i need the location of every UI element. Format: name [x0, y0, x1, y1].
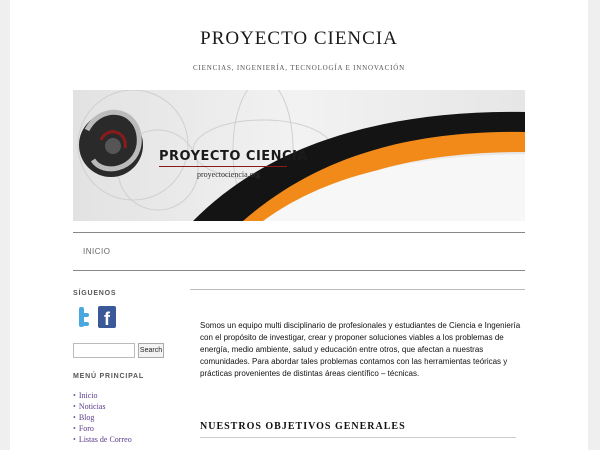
main-navigation: INICIO — [73, 232, 525, 271]
site-title[interactable]: PROYECTO CIENCIA — [0, 28, 598, 50]
facebook-icon[interactable]: f — [98, 306, 116, 329]
bullet-icon: • — [73, 391, 76, 400]
search-input[interactable] — [73, 343, 135, 358]
menu-item-label: Blog — [78, 413, 95, 422]
header-banner[interactable]: PROYECTO CIENCIA proyectociencia.org — [73, 90, 525, 221]
section-heading: NUESTROS OBJETIVOS GENERALES — [200, 421, 406, 432]
main-menu-title: MENÚ PRINCIPAL — [73, 373, 144, 380]
svg-text:f: f — [104, 309, 111, 328]
twitter-icon[interactable] — [74, 306, 90, 328]
heading-divider — [200, 437, 516, 438]
menu-item-label: Foro — [78, 424, 94, 433]
nav-item-inicio[interactable]: INICIO — [83, 247, 110, 256]
menu-item-noticias[interactable]: • Noticias — [73, 401, 132, 412]
bullet-icon: • — [73, 424, 76, 433]
menu-item-blog[interactable]: • Blog — [73, 412, 132, 423]
banner-logo-url: proyectociencia.org — [197, 170, 261, 179]
menu-item-label: Inicio — [78, 391, 98, 400]
menu-item-listas-de-correo[interactable]: • Listas de Correo — [73, 434, 132, 445]
follow-widget-title: SÍGUENOS — [73, 290, 117, 297]
menu-item-label: Listas de Correo — [78, 435, 132, 444]
social-links: f — [74, 306, 116, 332]
banner-logo-underline — [159, 166, 287, 167]
content-divider — [190, 289, 525, 290]
menu-item-foro[interactable]: • Foro — [73, 423, 132, 434]
site-description: CIENCIAS, INGENIERÍA, TECNOLOGÍA E INNOV… — [193, 64, 405, 72]
banner-logo-text: PROYECTO CIENCIA — [159, 149, 308, 164]
bullet-icon: • — [73, 402, 76, 411]
bullet-icon: • — [73, 413, 76, 422]
intro-paragraph: Somos un equipo multi disciplinario de p… — [200, 321, 521, 378]
menu-item-label: Noticias — [78, 402, 106, 411]
bullet-icon: • — [73, 435, 76, 444]
menu-item-inicio[interactable]: • Inicio — [73, 390, 132, 401]
search-button[interactable]: Search — [138, 343, 164, 358]
main-menu: • Inicio • Noticias • Blog • Foro • Listas de… — [73, 390, 132, 445]
